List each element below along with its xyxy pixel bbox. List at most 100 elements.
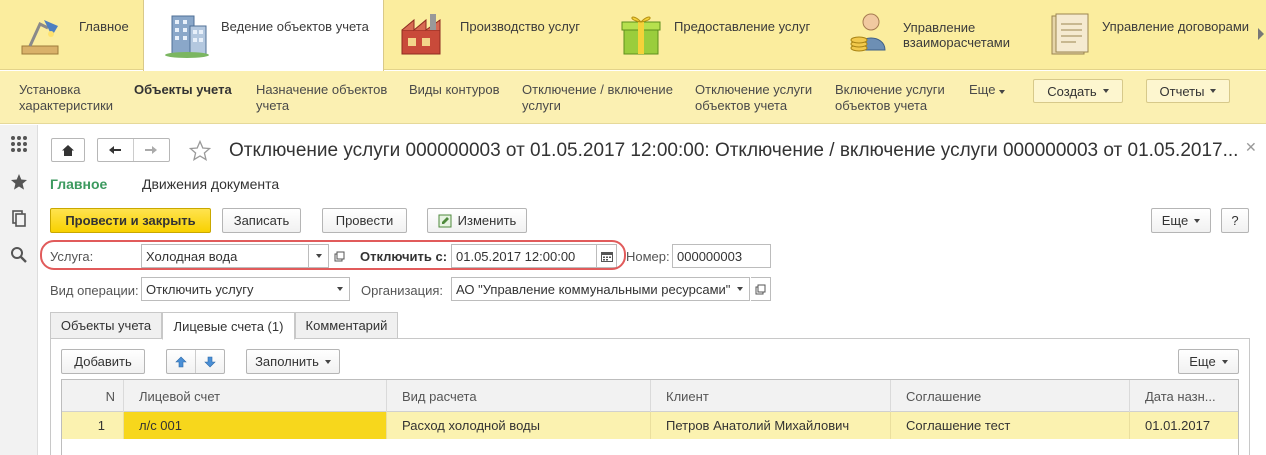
functions-panel: Установка характеристики Объекты учета На… (0, 71, 1266, 124)
write-button[interactable]: Записать (222, 208, 301, 233)
fn-service-on-off-line2: услуги (522, 98, 561, 113)
section-service-production[interactable]: Производство услуг (384, 0, 610, 70)
col-calc-type[interactable]: Вид расчета (387, 380, 651, 412)
organization-open-button[interactable] (751, 277, 771, 301)
desk-lamp-icon (21, 20, 59, 55)
create-button[interactable]: Создать (1033, 79, 1123, 103)
cell-account[interactable]: л/с 001 (124, 412, 387, 439)
nav-back-forward (97, 138, 170, 162)
table-more-button[interactable]: Еще (1178, 349, 1239, 374)
history-icon[interactable] (9, 208, 29, 228)
create-label: Создать (1047, 83, 1097, 99)
section-main[interactable]: Главное (0, 0, 143, 70)
apps-grid-icon[interactable] (9, 134, 29, 154)
section-settlements-label-line1: Управление (903, 20, 976, 35)
number-label: Номер: (626, 249, 670, 264)
section-service-production-label: Производство услуг (460, 19, 581, 34)
fn-disable-service-line1: Отключение услуги (695, 82, 813, 97)
chevron-down-icon (315, 254, 322, 258)
operation-type-dropdown[interactable] (330, 277, 350, 301)
operation-type-label: Вид операции: (50, 283, 139, 298)
number-input[interactable]: 000000003 (672, 244, 771, 268)
arrow-right-icon (145, 146, 158, 154)
fn-disable-service[interactable]: Отключение услуги объектов учета (695, 82, 812, 114)
organization-dropdown[interactable] (730, 277, 750, 301)
col-client[interactable]: Клиент (651, 380, 891, 412)
section-contracts[interactable]: Управление договорами (1038, 0, 1266, 70)
cell-calc-type: Расход холодной воды (387, 412, 651, 439)
post-button[interactable]: Провести (322, 208, 407, 233)
organization-input[interactable]: АО "Управление коммунальными ресурсами" (451, 277, 731, 301)
section-service-provision[interactable]: Предоставление услуг (610, 0, 839, 70)
section-main-label: Главное (79, 19, 129, 34)
post-and-close-button[interactable]: Провести и закрыть (50, 208, 211, 233)
chevron-down-icon (1210, 89, 1217, 93)
col-n[interactable]: N (62, 380, 124, 412)
building-icon (165, 15, 209, 58)
col-agreement[interactable]: Соглашение (891, 380, 1130, 412)
calendar-button[interactable] (596, 244, 617, 268)
operation-type-input[interactable]: Отключить услугу (141, 277, 331, 301)
fn-disable-service-line2: объектов учета (695, 98, 788, 113)
tab-comment[interactable]: Комментарий (295, 312, 398, 339)
fn-enable-service-line2: объектов учета (835, 98, 928, 113)
service-open-button[interactable] (329, 244, 349, 268)
section-accounting-objects[interactable]: Ведение объектов учета (143, 0, 384, 71)
contract-folder-icon (1051, 13, 1089, 55)
add-row-button[interactable]: Добавить (61, 349, 145, 374)
disable-from-input[interactable]: 01.05.2017 12:00:00 (451, 244, 597, 268)
arrow-left-icon (109, 146, 122, 154)
move-down-button[interactable] (196, 350, 224, 373)
fn-contour-types[interactable]: Виды контуров (409, 82, 500, 98)
move-up-button[interactable] (167, 350, 196, 373)
open-window-icon (755, 284, 766, 294)
fn-service-on-off[interactable]: Отключение / включение услуги (522, 82, 673, 114)
favorites-star-icon[interactable] (9, 172, 29, 192)
cell-n: 1 (62, 412, 124, 439)
tab-personal-accounts[interactable]: Лицевые счета (1) (162, 312, 295, 340)
chevron-down-icon (336, 287, 343, 291)
arrow-up-icon (175, 356, 187, 367)
fn-set-characteristics[interactable]: Установка характеристики (19, 82, 113, 114)
home-icon (62, 144, 74, 156)
scroll-right-icon[interactable] (1258, 28, 1264, 40)
section-settlements[interactable]: Управление взаиморасчетами (839, 0, 1038, 70)
fn-service-on-off-line1: Отключение / включение (522, 82, 673, 97)
table-row[interactable]: 1 л/с 001 Расход холодной воды Петров Ан… (62, 412, 1238, 439)
cell-assign-date: 01.01.2017 (1145, 418, 1211, 433)
form-tab-main[interactable]: Главное (50, 176, 107, 192)
help-button[interactable]: ? (1221, 208, 1249, 233)
col-assign-date[interactable]: Дата назн... (1130, 380, 1238, 412)
fn-enable-service[interactable]: Включение услуги объектов учета (835, 82, 945, 114)
back-button[interactable] (98, 139, 134, 161)
fn-assign-objects[interactable]: Назначение объектов учета (256, 82, 387, 114)
calendar-icon (600, 251, 613, 262)
left-toolbar (0, 125, 38, 455)
search-icon[interactable] (9, 245, 29, 265)
favorite-star-icon[interactable] (189, 140, 211, 161)
forward-button[interactable] (134, 139, 170, 161)
chevron-down-icon (736, 287, 743, 291)
home-button[interactable] (51, 138, 85, 162)
tab-accounting-objects[interactable]: Объекты учета (50, 312, 162, 339)
organization-label: Организация: (361, 283, 444, 298)
col-account[interactable]: Лицевой счет (124, 380, 387, 412)
service-dropdown[interactable] (309, 244, 329, 268)
fn-more-menu[interactable]: Еще (969, 82, 1006, 98)
fn-accounting-objects[interactable]: Объекты учета (134, 82, 232, 98)
edit-button[interactable]: Изменить (427, 208, 527, 233)
chevron-down-icon (999, 90, 1006, 94)
service-input[interactable]: Холодная вода (141, 244, 309, 268)
fn-assign-objects-line2: учета (256, 98, 290, 113)
form-more-button[interactable]: Еще (1151, 208, 1211, 233)
page-title: Отключение услуги 000000003 от 01.05.201… (229, 140, 1239, 161)
fill-button[interactable]: Заполнить (246, 349, 340, 374)
form-tab-movements[interactable]: Движения документа (142, 176, 279, 192)
edit-pencil-icon (438, 214, 452, 227)
open-window-icon (334, 251, 344, 261)
section-accounting-objects-label: Ведение объектов учета (221, 19, 369, 34)
close-icon[interactable]: ✕ (1245, 139, 1257, 156)
reports-button[interactable]: Отчеты (1146, 79, 1230, 103)
reports-label: Отчеты (1159, 83, 1205, 99)
gift-box-icon (621, 16, 661, 55)
